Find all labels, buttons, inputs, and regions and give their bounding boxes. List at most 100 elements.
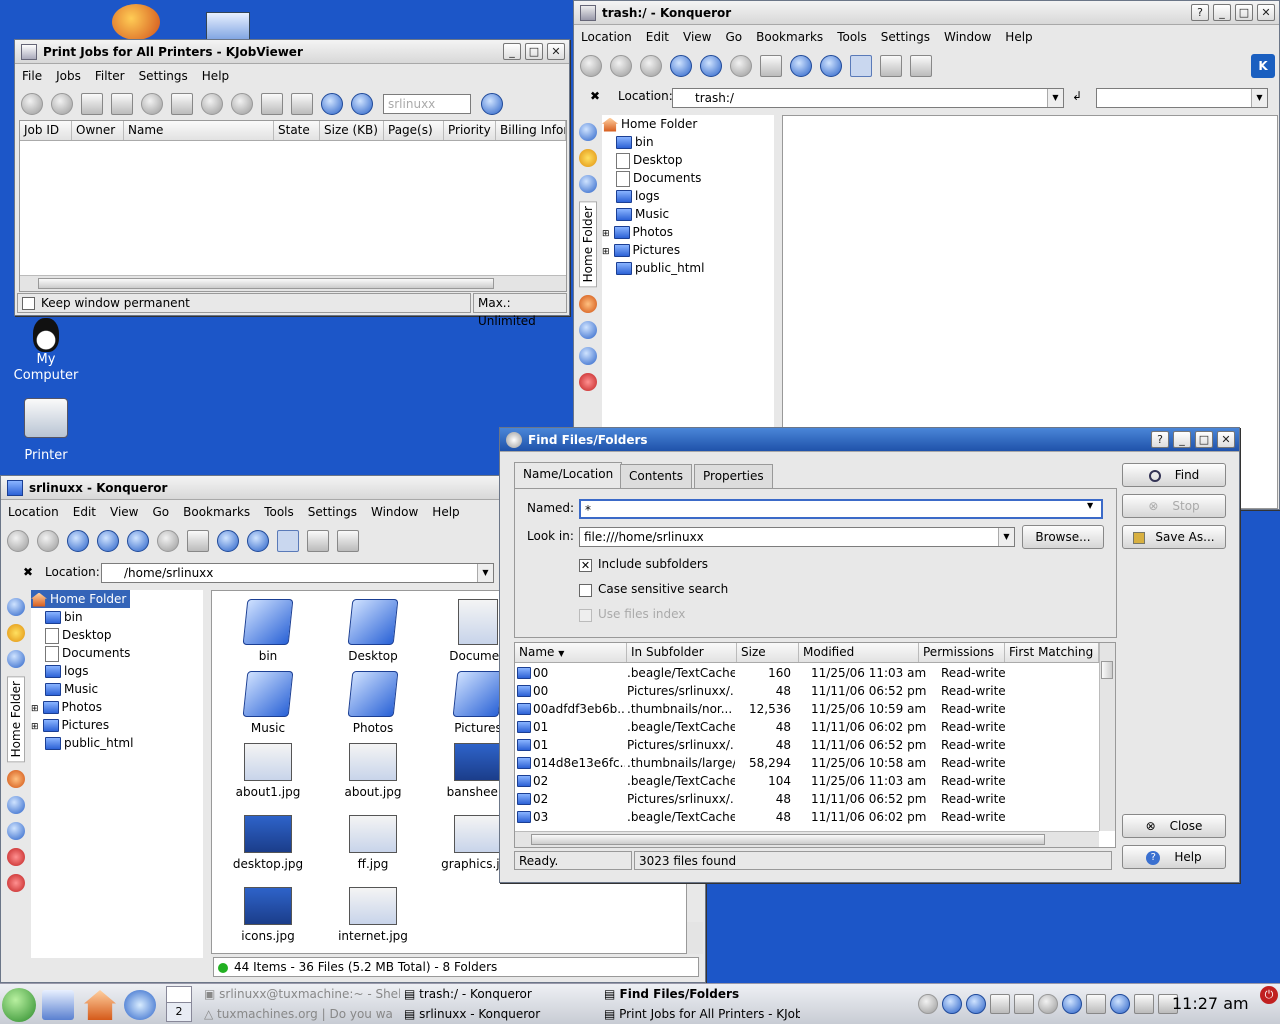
- tray-app-icon[interactable]: [966, 994, 986, 1014]
- location-input[interactable]: trash:/▼: [672, 88, 1064, 108]
- edit-icon[interactable]: [261, 93, 283, 115]
- zoom-in-icon[interactable]: [217, 530, 239, 552]
- col-subfolder[interactable]: In Subfolder: [627, 643, 737, 662]
- menu-edit[interactable]: Edit: [66, 505, 103, 519]
- zoom-out-icon[interactable]: [247, 530, 269, 552]
- close-button[interactable]: ✕: [547, 43, 565, 60]
- minimize-button[interactable]: _: [1213, 4, 1231, 21]
- stop-job-icon[interactable]: [21, 93, 43, 115]
- task-home-konqueror[interactable]: ▤ srlinuxx - Konqueror: [404, 1004, 600, 1024]
- location-input[interactable]: /home/srlinuxx ▼: [101, 563, 494, 583]
- chevron-down-icon[interactable]: ▼: [1251, 89, 1267, 107]
- bluetooth-icon[interactable]: [1110, 994, 1130, 1014]
- kmenu-icon[interactable]: [2, 988, 36, 1022]
- tree-item-bin[interactable]: bin: [602, 133, 774, 151]
- my-computer-desktop-icon[interactable]: My Computer: [6, 318, 86, 388]
- konqueror-launcher-icon[interactable]: [124, 990, 156, 1020]
- home-icon[interactable]: [670, 55, 692, 77]
- refresh-icon[interactable]: [481, 93, 503, 115]
- case-sensitive-checkbox[interactable]: [579, 584, 592, 597]
- logout-icon[interactable]: ⏻: [1260, 986, 1278, 1004]
- result-row[interactable]: 00 .beagle/TextCache/160 11/25/06 11:03 am…: [515, 664, 1099, 682]
- browse-button[interactable]: Browse...: [1022, 525, 1104, 549]
- chevron-down-icon[interactable]: ▼: [477, 564, 493, 582]
- tree-item-public-html[interactable]: public_html: [31, 734, 203, 752]
- bookmarks-icon[interactable]: [579, 149, 597, 167]
- media-icon[interactable]: [579, 321, 597, 340]
- chevron-down-icon[interactable]: ▼: [1087, 501, 1093, 510]
- menu-help[interactable]: Help: [195, 69, 236, 83]
- menu-settings[interactable]: Settings: [874, 30, 937, 44]
- zoom-in-icon[interactable]: [790, 55, 812, 77]
- menu-jobs[interactable]: Jobs: [49, 69, 88, 83]
- home-icon[interactable]: [7, 770, 25, 789]
- menu-settings[interactable]: Settings: [301, 505, 364, 519]
- max-limit-label[interactable]: Max.: Unlimited: [473, 293, 567, 328]
- help-dialog-button[interactable]: ? Help: [1122, 845, 1226, 869]
- result-row[interactable]: 00adfdf3eb6b... .thumbnails/nor... 12,536 1…: [515, 700, 1099, 718]
- menu-window[interactable]: Window: [937, 30, 998, 44]
- home-icon[interactable]: [579, 295, 597, 314]
- tree-item-pictures[interactable]: ⊞ Pictures: [31, 716, 203, 734]
- file-item[interactable]: Photos: [323, 671, 423, 735]
- image-view-icon[interactable]: [910, 55, 932, 77]
- job-list[interactable]: Job ID Owner Name State Size (KB) Page(s…: [19, 120, 567, 292]
- tree-item-documents[interactable]: Documents: [31, 644, 203, 662]
- task-find-files[interactable]: ▤ Find Files/Folders: [604, 984, 800, 1004]
- case-sensitive-label[interactable]: Case sensitive search: [598, 582, 728, 596]
- history-icon[interactable]: [579, 175, 597, 193]
- tree-view-icon[interactable]: [880, 55, 902, 77]
- back-icon[interactable]: [7, 530, 29, 552]
- media-icon[interactable]: [7, 796, 25, 815]
- tree-item-music[interactable]: Music: [602, 205, 774, 223]
- trash-titlebar[interactable]: trash:/ - Konqueror ? _ □ ✕: [574, 1, 1279, 25]
- menu-help[interactable]: Help: [425, 505, 466, 519]
- sidetab-home-folder[interactable]: Home Folder: [579, 201, 597, 288]
- include-subfolders-checkbox[interactable]: ✕: [579, 559, 592, 572]
- desktop-pager[interactable]: 2: [166, 986, 192, 1022]
- network-icon[interactable]: [1038, 994, 1058, 1014]
- sidetab-home-folder[interactable]: Home Folder: [7, 676, 25, 763]
- menu-tools[interactable]: Tools: [257, 505, 301, 519]
- file-item[interactable]: bin: [218, 599, 318, 663]
- services-icon[interactable]: [579, 123, 597, 141]
- chevron-down-icon[interactable]: ▼: [998, 528, 1014, 546]
- menu-view[interactable]: View: [103, 505, 145, 519]
- file-item[interactable]: about1.jpg: [218, 743, 318, 799]
- printer-select-icon[interactable]: [291, 93, 313, 115]
- close-button[interactable]: ✕: [1217, 431, 1235, 448]
- tree-item-photos[interactable]: ⊞ Photos: [31, 698, 203, 716]
- tree-view-icon[interactable]: [307, 530, 329, 552]
- find-button[interactable]: Find: [1122, 463, 1226, 487]
- results-list[interactable]: Name ▼ In Subfolder Size Modified Permis…: [514, 642, 1116, 848]
- expand-icon[interactable]: ⊞: [602, 247, 610, 257]
- result-row[interactable]: 01 .beagle/TextCache/48 11/11/06 06:02 pm R…: [515, 718, 1099, 736]
- keep-window-label[interactable]: Keep window permanent: [41, 296, 190, 310]
- tree-item-desktop[interactable]: Desktop: [602, 151, 774, 169]
- close-dialog-button[interactable]: ⊗ Close: [1122, 814, 1226, 838]
- result-row[interactable]: 00 Pictures/srlinuxx/.... 48 11/11/06 06:52…: [515, 682, 1099, 700]
- minimize-button[interactable]: _: [503, 43, 521, 60]
- reload-icon[interactable]: [127, 530, 149, 552]
- clear-location-icon[interactable]: ✖: [23, 565, 33, 579]
- network-icon[interactable]: [7, 822, 25, 841]
- desktop-office-icon[interactable]: [206, 12, 250, 42]
- maximize-button[interactable]: □: [1235, 4, 1253, 21]
- globe-icon[interactable]: [1062, 994, 1082, 1014]
- user-filter-input[interactable]: srlinuxx: [383, 94, 471, 114]
- result-row[interactable]: 01 Pictures/srlinuxx/.... 48 11/11/06 06:52…: [515, 736, 1099, 754]
- tray-app-icon[interactable]: [942, 994, 962, 1014]
- close-button[interactable]: ✕: [1257, 4, 1275, 21]
- home-icon[interactable]: [97, 530, 119, 552]
- task-trash-konqueror[interactable]: ▤ trash:/ - Konqueror: [404, 984, 600, 1004]
- tree-item-logs[interactable]: logs: [31, 662, 203, 680]
- col-priority[interactable]: Priority: [444, 121, 496, 140]
- chevron-down-icon[interactable]: ▼: [1047, 89, 1063, 107]
- col-first-match[interactable]: First Matching Li: [1005, 643, 1099, 662]
- scroll-thumb[interactable]: [531, 834, 1045, 845]
- tree-item-desktop[interactable]: Desktop: [31, 626, 203, 644]
- tab-contents[interactable]: Contents: [620, 464, 692, 488]
- menu-location[interactable]: Location: [1, 505, 66, 519]
- help-button[interactable]: ?: [1191, 4, 1209, 21]
- clipboard-icon[interactable]: [171, 93, 193, 115]
